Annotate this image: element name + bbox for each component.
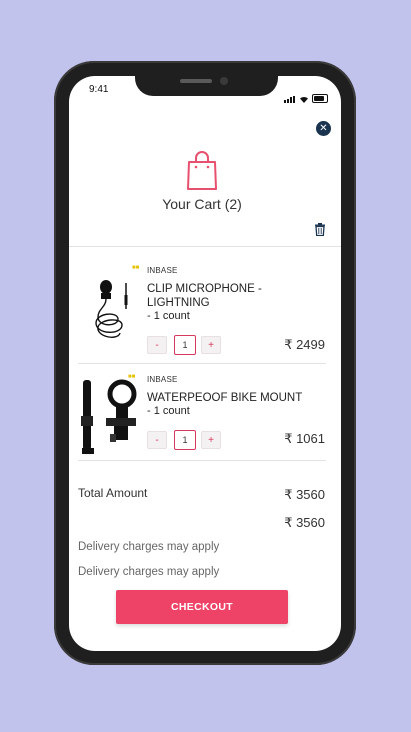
item-brand: INBASE: [147, 266, 178, 275]
battery-icon: [312, 94, 328, 103]
item-divider: [78, 363, 326, 364]
item-price: ₹ 2499: [284, 337, 325, 352]
increase-qty-button[interactable]: +: [201, 431, 221, 449]
grand-total: ₹ 3560: [284, 515, 325, 530]
brand-logo-icon: ■■: [132, 265, 140, 271]
delivery-note: Delivery charges may apply: [78, 541, 220, 553]
header-divider: [69, 246, 341, 247]
checkout-button[interactable]: CHECKOUT: [116, 590, 288, 624]
bike-mount-image: [81, 379, 137, 454]
signal-icon: [284, 85, 296, 103]
brand-logo-icon: ■■: [128, 374, 136, 380]
increase-qty-button[interactable]: +: [201, 336, 221, 354]
decrease-qty-button[interactable]: -: [147, 431, 167, 449]
delivery-note: Delivery charges may apply: [78, 566, 220, 578]
item-name: CLIP MICROPHONE - LIGHTNING: [147, 283, 262, 309]
quantity-value[interactable]: 1: [174, 430, 196, 450]
total-label: Total Amount: [78, 486, 148, 500]
item-count: - 1 count: [147, 405, 190, 417]
status-icons: [284, 85, 328, 103]
item-name: WATERPEOOF BIKE MOUNT: [147, 392, 303, 404]
quantity-value[interactable]: 1: [174, 335, 196, 355]
item-brand: INBASE: [147, 375, 178, 384]
total-amount: ₹ 3560: [284, 487, 325, 502]
close-icon: ✕: [319, 123, 328, 134]
speaker-grille: [180, 79, 212, 83]
decrease-qty-button[interactable]: -: [147, 336, 167, 354]
item-divider: [78, 460, 326, 461]
close-button[interactable]: ✕: [316, 121, 331, 136]
page-title: Your Cart (2): [162, 196, 242, 212]
microphone-image: [95, 280, 128, 338]
front-camera: [220, 77, 228, 85]
trash-icon[interactable]: [314, 223, 326, 236]
item-price: ₹ 1061: [284, 431, 325, 446]
wifi-icon: [300, 96, 308, 103]
shopping-bag-icon: [187, 151, 217, 190]
status-time: 9:41: [89, 84, 109, 95]
item-count: - 1 count: [147, 310, 190, 322]
